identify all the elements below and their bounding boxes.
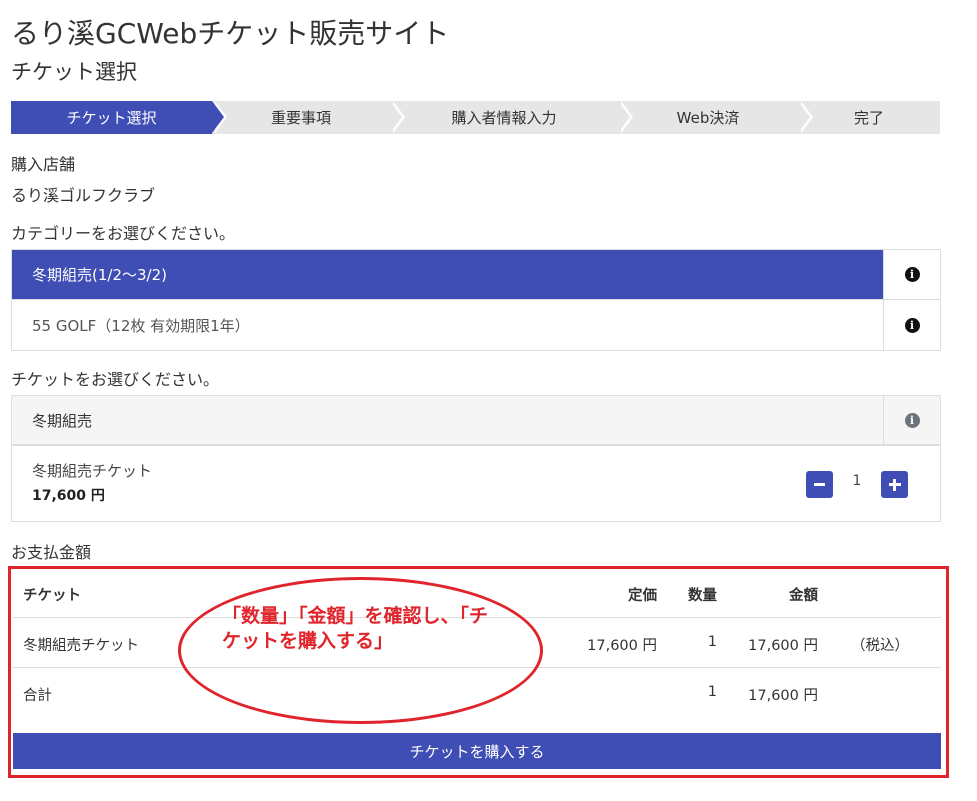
step-label: 完了 — [853, 109, 884, 127]
category-list: 冬期組売(1/2〜3/2) i 55 GOLF（12枚 有効期限1年） i — [11, 249, 941, 351]
ticket-prompt: チケットをお選びください。 — [11, 370, 220, 389]
ticket-item-name: 冬期組売チケット — [32, 462, 153, 480]
store-name: るり溪ゴルフクラブ — [11, 186, 156, 205]
category-info-button[interactable]: i — [883, 250, 940, 299]
ticket-item: 冬期組売チケット 17,600 円 1 — [12, 446, 940, 521]
quantity-decrease-button[interactable] — [806, 471, 833, 498]
step-complete: 完了 — [798, 101, 940, 134]
category-info-button[interactable]: i — [883, 300, 940, 350]
row-qty: 1 — [707, 634, 717, 650]
step-ticket-select: チケット選択 — [11, 101, 227, 134]
ticket-group-header: 冬期組売 i — [12, 396, 940, 446]
category-prompt: カテゴリーをお選びください。 — [11, 224, 236, 243]
header-amount: 金額 — [789, 588, 818, 604]
step-label: 重要事項 — [270, 109, 331, 127]
row-price: 17,600 円 — [587, 638, 657, 654]
category-name[interactable]: 冬期組売(1/2〜3/2) — [12, 250, 883, 299]
buy-ticket-button[interactable]: チケットを購入する — [13, 733, 941, 769]
step-web-payment: Web決済 — [618, 101, 813, 134]
payment-label: お支払金額 — [11, 543, 92, 562]
header-ticket: チケット — [23, 588, 81, 604]
step-buyer-info: 購入者情報入力 — [390, 101, 633, 134]
info-icon: i — [904, 412, 920, 428]
store-label: 購入店舗 — [11, 155, 76, 174]
progress-steps: チケット選択 重要事項 購入者情報入力 Web決済 完了 — [11, 101, 940, 134]
header-price: 定価 — [628, 588, 657, 604]
category-item[interactable]: 55 GOLF（12枚 有効期限1年） i — [12, 300, 940, 350]
ticket-info-button[interactable]: i — [883, 396, 940, 444]
info-icon: i — [904, 267, 920, 282]
total-amount: 17,600 円 — [748, 688, 818, 704]
ticket-panel: 冬期組売 i 冬期組売チケット 17,600 円 1 — [11, 395, 941, 522]
step-label: Web決済 — [676, 109, 740, 127]
category-item[interactable]: 冬期組売(1/2〜3/2) i — [12, 250, 940, 300]
info-icon: i — [904, 317, 920, 333]
row-ticket: 冬期組売チケット — [23, 638, 139, 654]
header-qty: 数量 — [688, 588, 717, 604]
row-amount: 17,600 円 — [748, 638, 818, 654]
annotation-text: 「数量」「金額」を確認し、「チケットを購入する」 — [222, 605, 489, 652]
quantity-increase-button[interactable] — [881, 471, 908, 498]
row-tax: （税込） — [851, 638, 909, 654]
site-title: るり溪GCWebチケット販売サイト — [11, 17, 450, 50]
ticket-group-name: 冬期組売 — [32, 411, 93, 430]
minus-icon — [814, 483, 825, 486]
page-title: チケット選択 — [11, 60, 137, 84]
step-label: チケット選択 — [66, 109, 157, 127]
quantity-value: 1 — [852, 473, 862, 489]
step-important-notes: 重要事項 — [212, 101, 405, 134]
total-label: 合計 — [23, 688, 52, 704]
step-label: 購入者情報入力 — [451, 109, 557, 127]
total-qty: 1 — [707, 684, 717, 700]
ticket-item-price: 17,600 円 — [32, 488, 105, 504]
category-name[interactable]: 55 GOLF（12枚 有効期限1年） — [12, 300, 883, 350]
total-row: 合計 1 17,600 円 — [13, 668, 941, 718]
